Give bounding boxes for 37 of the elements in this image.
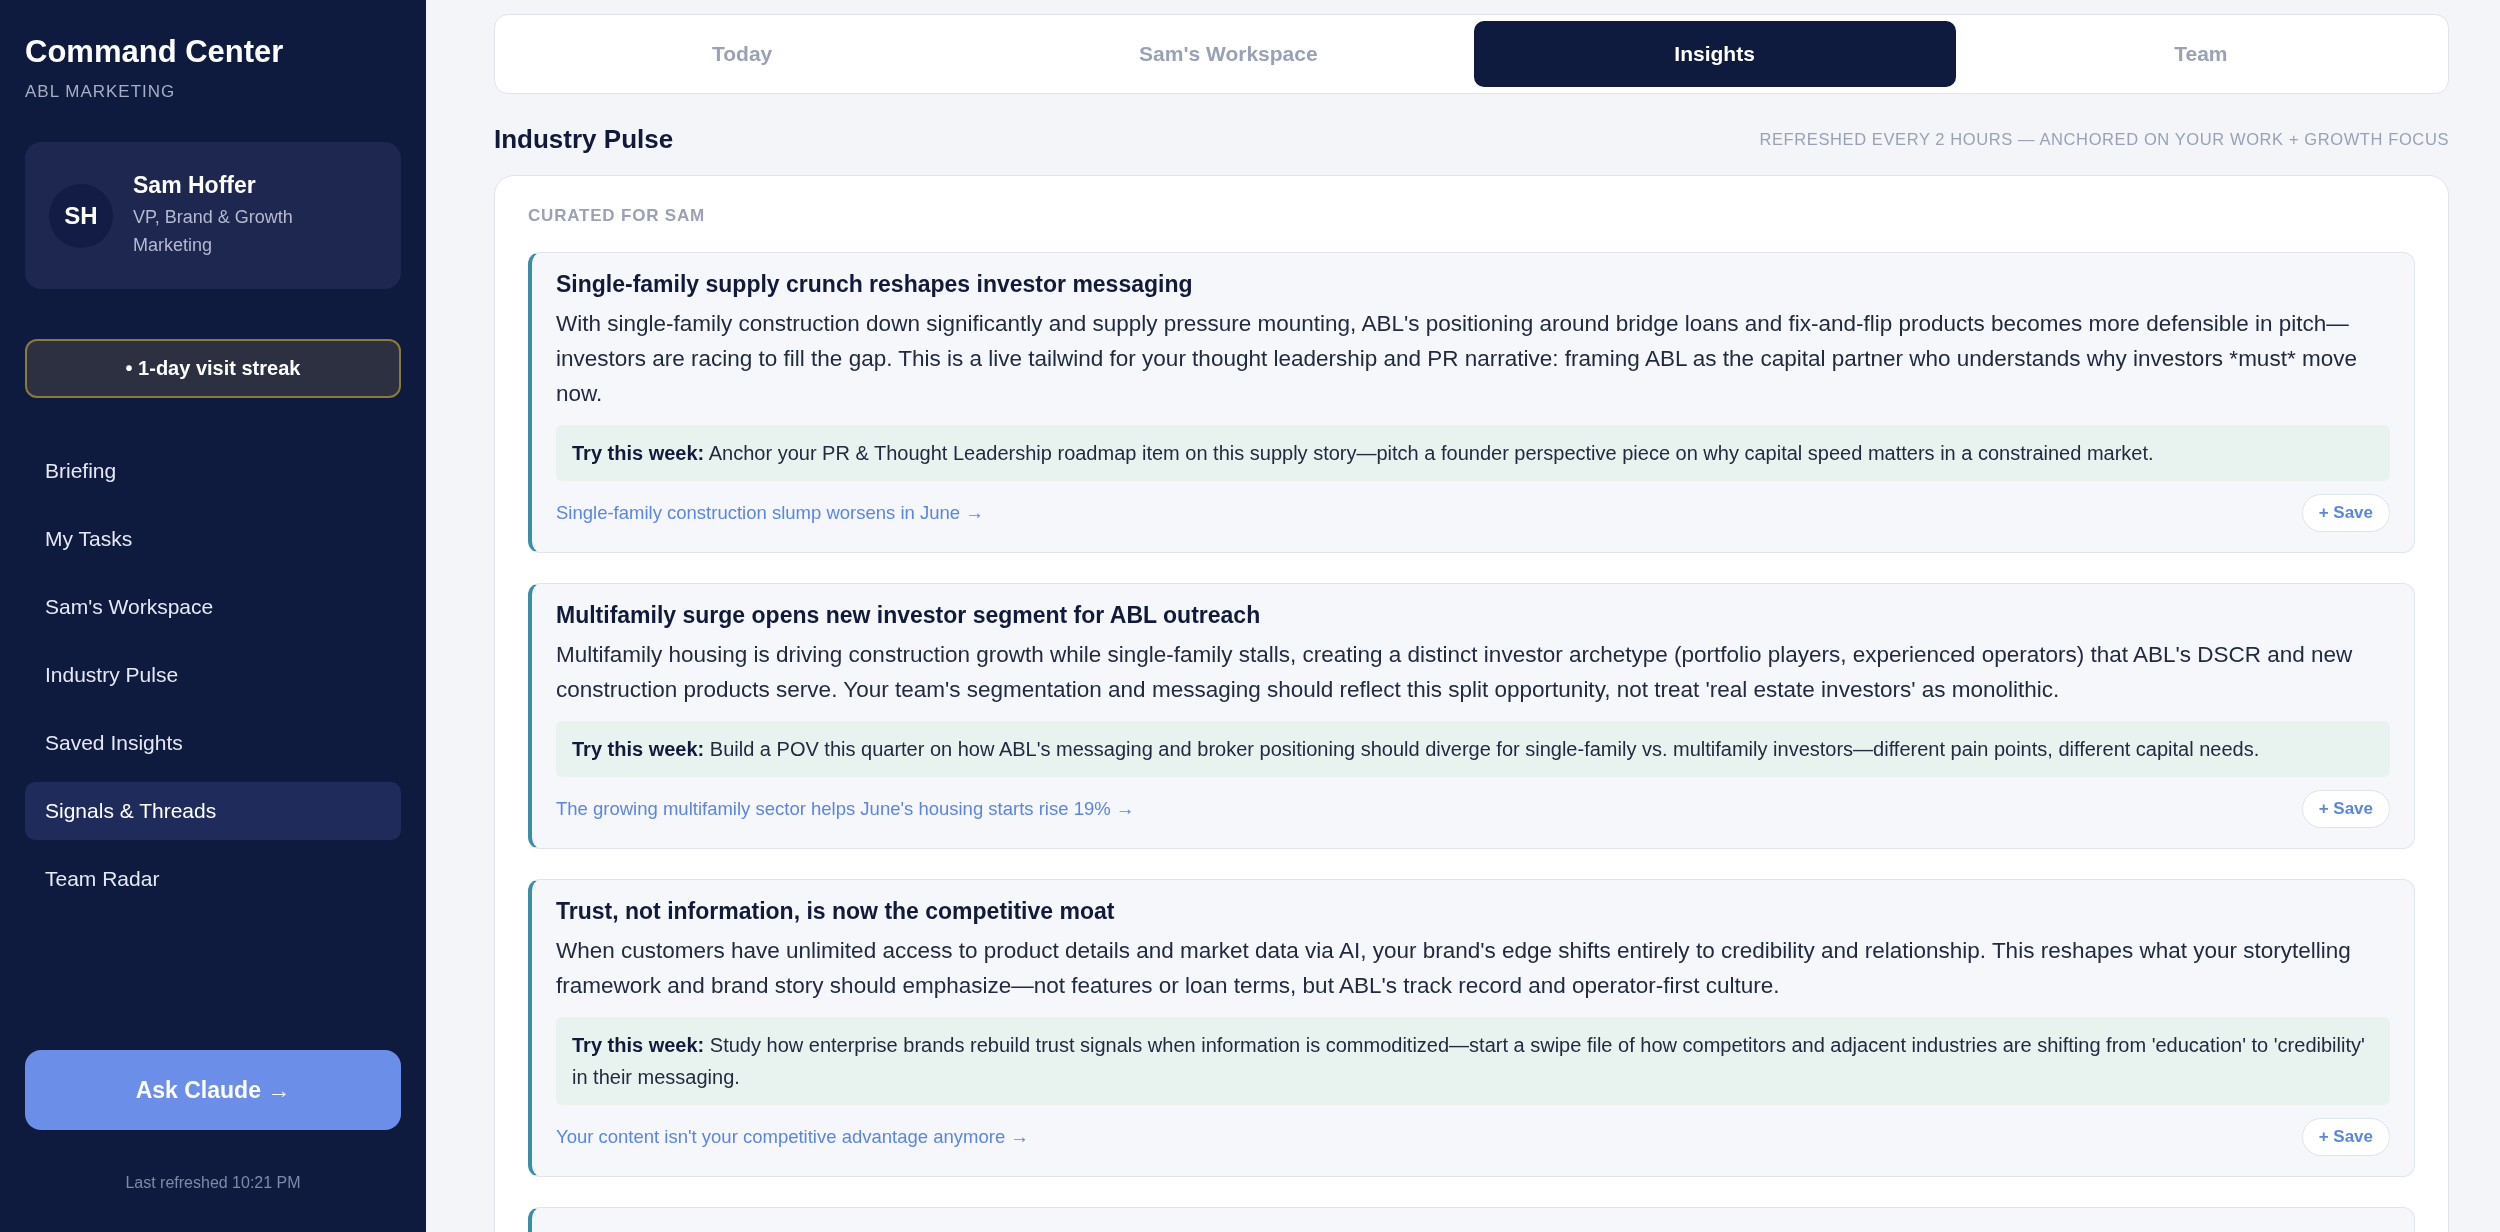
panel-label: CURATED FOR SAM xyxy=(528,206,706,226)
nav-item[interactable]: Team Radar xyxy=(25,850,401,908)
insight-title: Trust, not information, is now the competitive moat xyxy=(556,898,1116,925)
nav-item[interactable]: My Tasks xyxy=(25,510,401,568)
avatar: SH xyxy=(49,183,113,248)
nav-item[interactable]: Sam's Workspace xyxy=(25,578,401,636)
try-this-week-tip: Try this week: Build a POV this quarter on how ABL's messaging and broker positioning should diverge for single-family vs. multifamily investors—different pain points, different capital needs. xyxy=(556,721,2390,777)
try-this-week-tip: Try this week: Anchor your PR & Thought Leadership roadmap item on this supply story—pitch a founder perspective piece on why capital speed matters in a constrained market. xyxy=(556,425,2390,481)
source-link[interactable]: Single-family construction slump worsens in June → xyxy=(556,502,984,524)
source-link[interactable]: The growing multifamily sector helps June's housing starts rise 19% → xyxy=(556,798,1135,820)
save-button[interactable]: + Save xyxy=(2301,1118,2390,1156)
source-link[interactable]: Your content isn't your competitive advantage anymore → xyxy=(556,1126,1029,1148)
tab[interactable]: Today xyxy=(501,21,984,87)
nav-item[interactable]: Briefing xyxy=(25,442,401,500)
tab[interactable]: Insights xyxy=(1473,21,1956,87)
insight-text: Multifamily housing is driving construction growth while single-family stalls, creating a distinct investor archetype (portfolio players, experienced operators) that ABL's DSCR and new construction products serve. Your team's segmentation and messaging should reflect this split opportunity, not treat 'real estate investors' as monolithic. xyxy=(556,641,2354,704)
user-name: Sam Hoffer xyxy=(133,172,257,199)
insight-title: Single-family supply crunch reshapes investor messaging xyxy=(556,271,1194,298)
insight-text: With single-family construction down significantly and supply pressure mounting, ABL's positioning around bridge loans and fix-and-flip products becomes more defensible in pitch—investors are racing to fill the gap. This is a live tailwind for your thought leadership and PR narrative: framing ABL as the capital partner who understands why investors *must* move now. xyxy=(556,310,2358,408)
user-role: VP, Brand & Growth Marketing xyxy=(133,206,294,257)
tab[interactable]: Sam's Workspace xyxy=(987,21,1470,87)
nav-item[interactable]: Saved Insights xyxy=(25,714,401,772)
nav-item[interactable]: Industry Pulse xyxy=(25,646,401,704)
nav-item[interactable]: Signals & Threads xyxy=(25,782,401,840)
streak-badge: • 1-day visit streak xyxy=(25,339,401,398)
app-title: Command Center xyxy=(25,34,285,70)
last-refreshed: Last refreshed 10:21 PM xyxy=(124,1174,302,1192)
org-name: ABL MARKETING xyxy=(25,82,177,102)
section-title: Industry Pulse xyxy=(494,124,674,155)
save-button[interactable]: + Save xyxy=(2301,790,2390,828)
refresh-note: REFRESHED EVERY 2 HOURS — ANCHORED ON YOUR WORK + GROWTH FOCUS xyxy=(1759,130,2449,149)
tab[interactable]: Team xyxy=(1959,21,2442,87)
ask-claude-button[interactable]: Ask Claude → xyxy=(25,1050,401,1130)
try-this-week-tip: Try this week: Study how enterprise brands rebuild trust signals when information is commoditized—start a swipe file of how competitors and adjacent industries are shifting from 'education' to 'credibility' in their messaging. xyxy=(556,1017,2390,1105)
save-button[interactable]: + Save xyxy=(2301,494,2390,532)
insight-text: When customers have unlimited access to product details and market data via AI, your brand's edge shifts entirely to credibility and relationship. This reshapes what your storytelling framework and brand story should emphasize—not features or loan terms, but ABL's track record and operator-first culture. xyxy=(556,937,2352,1000)
insight-title: Multifamily surge opens new investor segment for ABL outreach xyxy=(556,602,1262,629)
